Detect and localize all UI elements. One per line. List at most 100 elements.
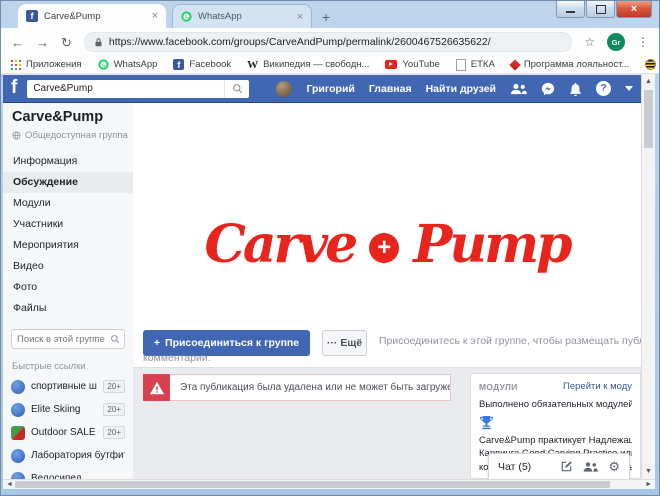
compose-icon[interactable] xyxy=(560,460,573,473)
whatsapp-icon xyxy=(181,11,192,22)
tab-title: WhatsApp xyxy=(198,11,291,22)
facebook-logo[interactable]: f xyxy=(11,78,17,97)
vertical-scrollbar-thumb[interactable] xyxy=(644,90,653,148)
user-profile-link[interactable]: Григорий xyxy=(306,83,354,95)
chat-settings-icon[interactable]: ⚙ xyxy=(608,460,620,473)
group-cover: Carve + Pump xyxy=(133,103,641,325)
chat-bar[interactable]: Чат (5) ⚙ xyxy=(488,453,630,479)
quick-link-item[interactable]: Outdoor SALE 20+ xyxy=(3,421,133,444)
tab-whatsapp[interactable]: WhatsApp × xyxy=(172,4,312,28)
apps-grid-icon xyxy=(11,60,13,62)
tab-strip: f Carve&Pump × WhatsApp × + xyxy=(18,4,330,28)
quick-link-item[interactable]: Elite Skiing 20+ xyxy=(3,398,133,421)
quick-link-item[interactable]: Лаборатория бутфити... xyxy=(3,444,133,467)
help-icon[interactable]: ? xyxy=(596,81,611,96)
carve-pump-logo: Carve + Pump xyxy=(204,214,569,275)
search-icon xyxy=(110,334,120,344)
unread-badge: 20+ xyxy=(103,426,125,439)
facebook-header-right: Григорий Главная Найти друзей ? xyxy=(276,81,633,97)
group-search-input[interactable] xyxy=(12,334,110,345)
browser-profile-avatar[interactable]: Gr xyxy=(607,33,625,51)
account-caret-icon[interactable] xyxy=(625,86,633,91)
messenger-icon[interactable] xyxy=(541,82,555,96)
document-icon xyxy=(456,59,466,71)
facebook-search-input[interactable] xyxy=(27,83,224,94)
bookmark-etka[interactable]: ЕТКА xyxy=(456,59,495,71)
sidebar-item-videos[interactable]: Видео xyxy=(3,256,133,277)
logo-text-pump: Pump xyxy=(413,214,569,275)
new-tab-button[interactable]: + xyxy=(322,9,330,25)
contacts-icon[interactable] xyxy=(583,461,598,473)
facebook-search[interactable] xyxy=(27,80,249,98)
back-button[interactable]: ← xyxy=(11,36,24,49)
address-bar[interactable]: https://www.facebook.com/groups/CarveAnd… xyxy=(84,32,572,52)
nav-find-friends[interactable]: Найти друзей xyxy=(426,83,496,95)
browser-toolbar: ← → ↻ https://www.facebook.com/groups/Ca… xyxy=(1,28,659,56)
window-maximize-button[interactable] xyxy=(586,1,615,18)
sidebar-item-modules[interactable]: Модули xyxy=(3,193,133,214)
modules-progress: Выполнено обязательных модулей: 0 из 0 xyxy=(479,399,632,410)
more-button[interactable]: ··· Ещё xyxy=(322,330,367,356)
bookmark-star-icon[interactable]: ☆ xyxy=(584,35,595,49)
facebook-icon: f xyxy=(173,59,184,70)
search-button[interactable] xyxy=(224,80,249,98)
user-avatar[interactable] xyxy=(276,81,292,97)
youtube-icon xyxy=(385,60,397,69)
notifications-icon[interactable] xyxy=(569,82,582,96)
group-avatar-icon xyxy=(11,403,25,417)
reload-button[interactable]: ↻ xyxy=(61,36,72,49)
modules-title: МОДУЛИ xyxy=(479,382,518,392)
quick-link-item[interactable]: спортивные шопог... 20+ xyxy=(3,375,133,398)
bookmark-apps[interactable]: Приложения xyxy=(11,59,82,70)
facebook-page: f Григорий Главная Найти друзей ? xyxy=(3,74,641,479)
chat-label[interactable]: Чат (5) xyxy=(498,461,550,473)
bookmark-beeline[interactable]: Мобильный Билайн: м... xyxy=(645,59,660,70)
browser-menu-icon[interactable]: ⋮ xyxy=(637,35,649,49)
tab-carve-pump[interactable]: f Carve&Pump × xyxy=(18,4,166,28)
window-close-button[interactable]: × xyxy=(616,1,652,18)
sidebar-item-discussion[interactable]: Обсуждение xyxy=(3,172,133,193)
forward-button[interactable]: → xyxy=(36,36,49,49)
sidebar-item-events[interactable]: Мероприятия xyxy=(3,235,133,256)
scroll-down-icon[interactable]: ▼ xyxy=(642,468,655,475)
sidebar-item-info[interactable]: Информация xyxy=(3,151,133,172)
bookmark-label: ЕТКА xyxy=(471,59,495,70)
horizontal-scrollbar[interactable]: ◄ ► xyxy=(3,479,655,489)
quick-links-title: Быстрые ссылки xyxy=(12,361,86,372)
bookmark-label: Программа лояльност... xyxy=(524,59,629,70)
bookmark-whatsapp[interactable]: WhatsApp xyxy=(98,59,158,70)
globe-icon xyxy=(12,131,21,140)
scroll-up-icon[interactable]: ▲ xyxy=(642,78,655,85)
window-minimize-button[interactable] xyxy=(556,1,585,18)
wikipedia-icon: W xyxy=(247,59,258,71)
bookmark-label: WhatsApp xyxy=(114,59,158,70)
sidebar-item-members[interactable]: Участники xyxy=(3,214,133,235)
tab-close-icon[interactable]: × xyxy=(152,10,158,22)
bookmark-facebook[interactable]: f Facebook xyxy=(173,59,231,70)
quick-link-label: Outdoor SALE xyxy=(31,427,97,438)
minimize-icon xyxy=(566,11,575,13)
tab-close-icon[interactable]: × xyxy=(297,11,303,23)
group-privacy-label: Общедоступная группа xyxy=(25,130,128,141)
group-search[interactable] xyxy=(11,329,125,349)
scroll-right-icon[interactable]: ► xyxy=(645,480,652,489)
facebook-body: Carve&Pump Общедоступная группа Информац… xyxy=(3,103,641,479)
bookmark-loyalty[interactable]: Программа лояльност... xyxy=(511,59,629,70)
facebook-favicon: f xyxy=(26,10,38,22)
search-icon xyxy=(232,83,243,94)
quick-link-label: Лаборатория бутфити... xyxy=(31,450,125,461)
sidebar-item-photos[interactable]: Фото xyxy=(3,277,133,298)
description-line: Carve&Pump практикует Надлежащую Техн xyxy=(479,434,632,447)
more-label: Ещё xyxy=(340,337,362,349)
sidebar-item-files[interactable]: Файлы xyxy=(3,298,133,319)
nav-home[interactable]: Главная xyxy=(369,83,412,95)
vertical-scrollbar[interactable]: ▲ ▼ xyxy=(641,74,655,479)
horizontal-scrollbar-thumb[interactable] xyxy=(15,481,610,488)
modules-link[interactable]: Перейти к моду xyxy=(563,381,632,392)
bookmark-wikipedia[interactable]: W Википедия — свободн... xyxy=(247,59,369,71)
quick-link-item[interactable]: Велосипед xyxy=(3,467,133,479)
bookmark-youtube[interactable]: YouTube xyxy=(385,59,439,70)
scroll-left-icon[interactable]: ◄ xyxy=(6,480,13,489)
friend-requests-icon[interactable] xyxy=(510,83,527,95)
group-name[interactable]: Carve&Pump xyxy=(12,109,103,125)
